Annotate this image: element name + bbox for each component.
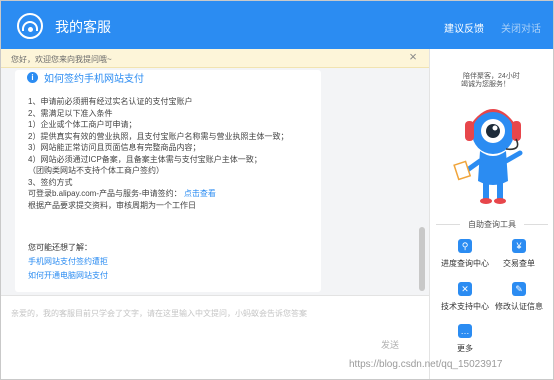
window-title: 我的客服 [55,19,111,35]
tool-label: 修改认证信息 [495,302,543,311]
answer-line: 1）企业或个体工商户可申请； [28,120,137,129]
watermark-text: https://blog.csdn.net/qq_15023917 [349,359,503,370]
answer-message-bubble: i 如何签约手机网站支付 1、申请前必须拥有经过实名认证的支付宝账户 2、需满足… [15,70,321,292]
close-conversation-button[interactable]: 关闭对话 [501,20,541,35]
chat-scrollbar[interactable] [419,227,425,291]
tool-order-lookup[interactable]: ¥ 交易查单 [492,239,546,269]
related-questions-label: 您可能还想了解： [28,243,92,252]
chat-area[interactable]: 您好，欢迎您来向我提问哦~ × i 如何签约手机网站支付 1、申请前必须拥有经过… [1,49,429,295]
answer-line: 2、需满足以下准入条件 [28,108,113,118]
answer-line: 3、签约方式 [28,177,73,187]
answer-line: 1、申请前必须拥有经过实名认证的支付宝账户 [28,97,193,106]
message-input[interactable]: 亲爱的，我的客服目前只学会了文字，请在这里输入中文提问，小蚂蚁会告诉您答案 [11,308,307,319]
info-icon: i [27,72,38,83]
tool-label: 更多 [457,344,473,353]
welcome-notice-text: 您好，欢迎您来向我提问哦~ [11,55,112,64]
answer-line-with-link: 可登录b.alipay.com-产品与服务-申请签约： 点击查看 [28,188,318,200]
tool-label: 技术支持中心 [441,302,489,311]
answer-line: 3）网站能正常访问且页面信息有完整商品内容； [28,143,201,152]
send-button[interactable]: 发送 [381,338,399,351]
answer-line-text: 可登录b.alipay.com-产品与服务-申请签约： [28,189,182,198]
tool-label: 进度查询中心 [441,259,489,268]
welcome-notice-bar: 您好，欢迎您来向我提问哦~ × [1,49,429,68]
related-question-link[interactable]: 手机网站支付签约遭拒 [28,256,108,267]
order-document-icon: ¥ [512,239,526,253]
tool-label: 交易查单 [503,259,535,268]
robot-mascot-icon [453,109,523,204]
related-question-link[interactable]: 如何开通电脑网站支付 [28,270,108,281]
answer-title: 如何签约手机网站支付 [44,74,144,85]
progress-search-icon: ⚲ [458,239,472,253]
header-bar: 我的客服 建议反馈 关闭对话 [1,1,553,49]
answer-line: 根据产品要求提交资料，审核周期为一个工作日 [28,200,196,210]
tool-edit-verification[interactable]: ✎ 修改认证信息 [492,282,546,312]
wrench-tools-icon: ✕ [458,282,472,296]
tool-more[interactable]: … 更多 [438,324,492,354]
side-panel: 陪伴聚客，24小时 竭诚为您服务！ 自助查询工具 ⚲ 进度查询中心 ¥ 交易查单… [429,49,553,379]
answer-body: 1、申请前必须拥有经过实名认证的支付宝账户 2、需满足以下准入条件 1）企业或个… [28,96,318,211]
feedback-button[interactable]: 建议反馈 [444,20,484,35]
close-icon[interactable]: × [406,50,420,64]
divider [524,224,548,225]
answer-line: 2）提供真实有效的营业执照，且支付宝账户名称需与营业执照主体一致； [28,131,289,141]
headset-logo-icon [17,13,43,39]
edit-pencil-icon: ✎ [512,282,526,296]
more-icon: … [458,324,472,338]
tool-progress-center[interactable]: ⚲ 进度查询中心 [438,239,492,269]
answer-line: （团购类网站不支持个体工商户签约） [28,166,164,175]
customer-service-window: 我的客服 建议反馈 关闭对话 您好，欢迎您来向我提问哦~ × i 如何签约手机网… [0,0,554,380]
view-details-link[interactable]: 点击查看 [184,189,216,198]
answer-line: 4）网站必须通过ICP备案，且备案主体需与支付宝账户主体一致； [28,154,262,164]
tool-tech-support[interactable]: ✕ 技术支持中心 [438,282,492,312]
